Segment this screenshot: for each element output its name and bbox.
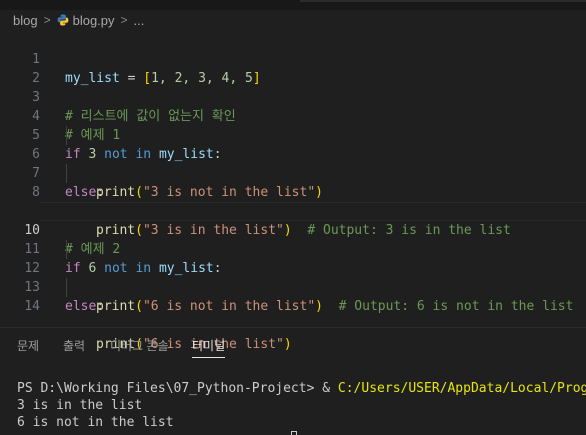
token: : [96, 299, 105, 314]
terminal[interactable]: PS D:\Working Files\07_Python-Project> &… [17, 380, 586, 431]
mouse-cursor-icon [291, 431, 297, 435]
line-number: 14 [24, 299, 40, 314]
code-editor[interactable]: 1 my_list = [1, 2, 3, 4, 5] 2 3 # 리스트에 값… [0, 31, 586, 352]
breadcrumb-file[interactable]: blog.py [73, 13, 115, 28]
python-file-icon [57, 14, 68, 26]
tab-output[interactable]: 출력 [63, 337, 85, 354]
code-line: 5 if 3 not in my_list: [0, 107, 586, 162]
code-line: 3 # 리스트에 값이 없는지 확인 [0, 69, 586, 124]
code-line: 11 if 6 not in my_list: [0, 221, 586, 276]
comment: # Output: 6 is not in the list [338, 299, 574, 314]
token: "6 is not in the list" [142, 299, 316, 314]
code-line: 6 print("3 is not in the list") [0, 126, 586, 200]
code-line: 2 [0, 50, 586, 86]
chevron-right-icon: > [43, 13, 51, 27]
terminal-command-line: PS D:\Working Files\07_Python-Project> &… [17, 380, 586, 397]
indent-guide [66, 126, 67, 145]
terminal-python-path: C:/Users/USER/AppData/Local/Programs/Pyt… [337, 381, 586, 396]
panel-divider[interactable] [0, 327, 586, 328]
terminal-output-line: 6 is not in the list [17, 415, 174, 430]
code-line: 9 [0, 183, 586, 219]
indent-guide [66, 240, 67, 259]
panel-tabs: 문제 출력 디버그 콘솔 터미널 [0, 337, 586, 361]
token: ( [135, 299, 143, 314]
tab-problems[interactable]: 문제 [17, 337, 39, 354]
code-line: 7 else: [0, 145, 586, 200]
code-line: 8 print("3 is in the list") # Output: 3 … [0, 164, 586, 238]
breadcrumb-more[interactable]: ... [134, 13, 145, 28]
breadcrumb: blog > blog.py > ... [0, 10, 586, 30]
breadcrumb-folder[interactable]: blog [0, 13, 38, 28]
code-line-current: 10 # 예제 2 [0, 202, 586, 257]
code-line: 12 print("6 is not in the list") # Outpu… [0, 240, 586, 314]
token: ) [315, 299, 323, 314]
tab-debug-console[interactable]: 디버그 콘솔 [110, 337, 169, 354]
code-line: 1 my_list = [1, 2, 3, 4, 5] [0, 31, 586, 86]
indent-guide [66, 164, 67, 183]
tab-terminal[interactable]: 터미널 [192, 337, 226, 358]
tab-strip [300, 0, 586, 2]
chevron-right-icon: > [120, 13, 128, 27]
terminal-prompt: PS D:\Working Files\07_Python-Project> [17, 381, 323, 396]
code-line: 14 print("6 is in the list") [0, 278, 586, 352]
code-line: 13 else: [0, 259, 586, 314]
terminal-amp: & [322, 381, 338, 396]
code-line: 4 # 예제 1 [0, 88, 586, 143]
token: else [65, 299, 97, 314]
indent-guide [66, 278, 67, 297]
terminal-output-line: 3 is in the list [17, 398, 143, 413]
